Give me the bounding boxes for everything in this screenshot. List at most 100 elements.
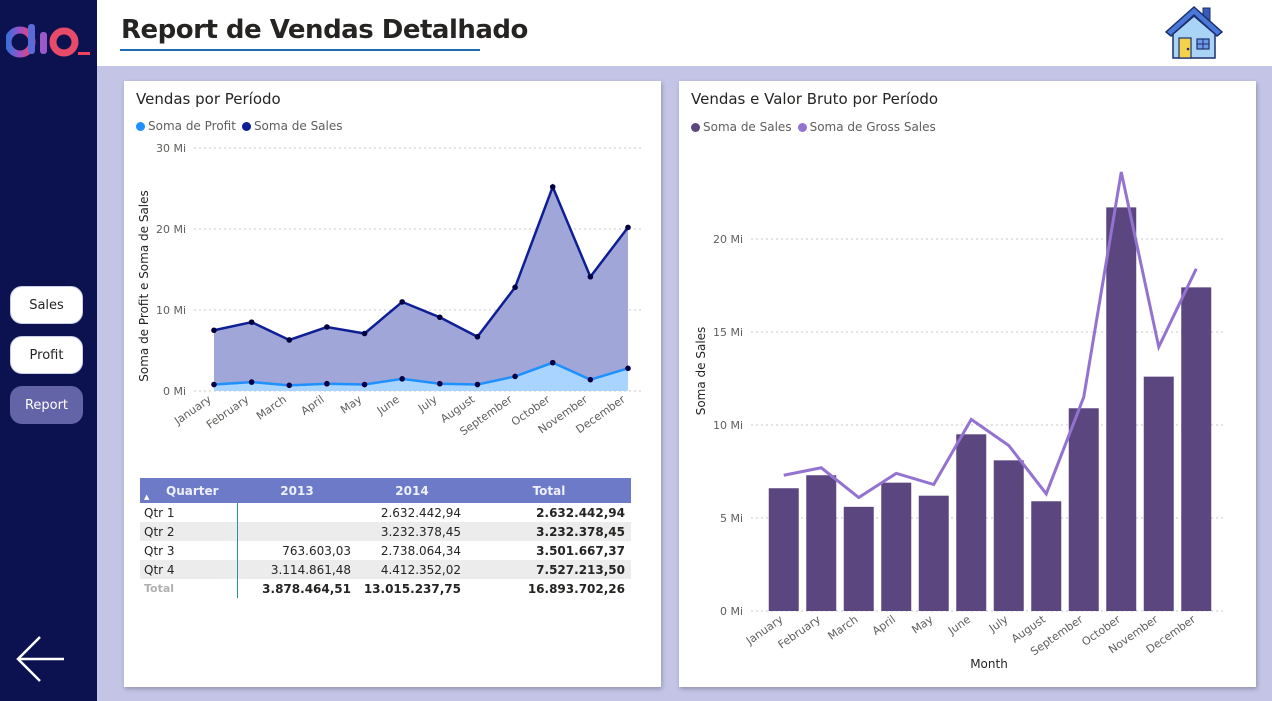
matrix-header-2013[interactable]: 2013: [237, 478, 357, 503]
matrix-row-label: Qtr 2: [140, 522, 238, 541]
right-x-axis-label: Month: [970, 657, 1008, 671]
back-arrow-icon[interactable]: [14, 632, 68, 691]
left-y-axis-label: Soma de Profit e Soma de Sales: [137, 190, 151, 382]
nav-button-report[interactable]: Report: [10, 386, 83, 424]
dio-logo: [4, 22, 96, 67]
x-tick-label: February: [204, 393, 252, 432]
sales-point: [248, 319, 255, 325]
y-tick-label: 0 Mi: [720, 605, 743, 618]
profit-point: [248, 379, 255, 385]
profit-point: [399, 376, 405, 382]
sales-bar: [768, 488, 799, 611]
profit-point: [211, 381, 217, 388]
title-underline: [120, 49, 480, 51]
matrix-row: Qtr 1 2.632.442,94 2.632.442,94: [140, 503, 631, 522]
sales-bar: [918, 495, 949, 611]
page-title: Report de Vendas Detalhado: [121, 15, 528, 45]
sales-bar: [843, 506, 874, 611]
sales-point: [549, 184, 556, 190]
nav-button-sales[interactable]: Sales: [10, 286, 83, 324]
sales-point: [211, 327, 217, 334]
sales-bar: [956, 434, 987, 611]
nav-button-profit[interactable]: Profit: [10, 336, 83, 374]
home-icon[interactable]: [1163, 4, 1225, 67]
y-tick-label: 20 Mi: [156, 223, 186, 236]
x-tick-label: June: [945, 613, 973, 638]
matrix-cell: 3.878.464,51: [262, 581, 351, 596]
profit-point: [512, 373, 518, 380]
x-tick-label: March: [826, 613, 861, 643]
matrix-cell: 3.114.861,48: [237, 560, 357, 579]
matrix-cell-total: 7.527.213,50: [467, 560, 631, 579]
sales-bar: [806, 475, 837, 611]
quarter-matrix: Quarter ▲ 2013 2014 Total Qtr 1 2.632.442…: [140, 478, 631, 598]
sales-point: [625, 224, 631, 231]
sales-point: [437, 314, 443, 321]
matrix-header-total[interactable]: Total: [467, 478, 631, 503]
profit-point: [587, 376, 594, 383]
sales-bar: [1181, 287, 1212, 611]
matrix-row-label: Qtr 1: [140, 503, 238, 522]
y-tick-label: 10 Mi: [713, 419, 743, 432]
sales-bar: [1068, 408, 1099, 611]
x-tick-label: April: [299, 393, 327, 418]
profit-point: [324, 380, 330, 387]
sales-bar: [993, 460, 1024, 611]
matrix-row-label: Total: [140, 579, 238, 598]
matrix-row-label: Qtr 4: [140, 560, 238, 579]
x-tick-label: April: [870, 613, 898, 638]
sales-bar: [1106, 207, 1137, 611]
matrix-cell: 13.015.237,75: [363, 581, 461, 596]
matrix-row: Qtr 2 3.232.378,45 3.232.378,45: [140, 522, 631, 541]
right-combo-chart[interactable]: Soma de Sales Month 0 Mi 5 Mi 10 Mi 15 Mi 20…: [679, 81, 1256, 687]
y-tick-label: 10 Mi: [156, 304, 186, 317]
matrix-header-2014[interactable]: 2014: [357, 478, 467, 503]
x-tick-label: May: [338, 393, 364, 417]
y-tick-label: 0 Mi: [163, 385, 186, 398]
y-tick-label: 5 Mi: [720, 512, 743, 525]
header: Report de Vendas Detalhado: [97, 0, 1272, 66]
x-tick-label: July: [986, 613, 1011, 636]
sales-point: [399, 299, 405, 305]
matrix-cell-total: 2.632.442,94: [536, 505, 625, 520]
sales-bar: [1143, 376, 1174, 611]
matrix-row-label: Qtr 3: [140, 541, 238, 560]
profit-point: [474, 381, 481, 388]
matrix-total-row: Total 3.878.464,51 13.015.237,75 16.893.…: [140, 579, 631, 598]
sales-by-period-card: Vendas por Período Soma de Profit Soma d…: [124, 81, 661, 687]
left-area-chart[interactable]: Soma de Profit e Soma de Sales 0 Mi 10 Mi…: [124, 81, 661, 451]
matrix-cell-total: 3.232.378,45: [467, 522, 631, 541]
sales-gross-by-period-card: Vendas e Valor Bruto por Período Soma de…: [679, 81, 1256, 687]
profit-point: [361, 381, 368, 388]
matrix-cell: 2.632.442,94: [380, 505, 461, 520]
x-tick-label: July: [415, 393, 440, 416]
matrix-cell-total: 16.893.702,26: [527, 581, 625, 596]
y-tick-label: 30 Mi: [156, 142, 186, 155]
matrix-header-row: Quarter ▲ 2013 2014 Total: [140, 478, 631, 503]
sales-bar: [1031, 501, 1062, 611]
sidebar: Sales Profit Report: [0, 0, 97, 701]
profit-point: [286, 382, 293, 389]
x-tick-label: May: [909, 613, 935, 637]
matrix-cell: 3.232.378,45: [357, 522, 467, 541]
y-tick-label: 20 Mi: [713, 233, 743, 246]
sales-point: [474, 333, 481, 340]
matrix-row: Qtr 4 3.114.861,48 4.412.352,02 7.527.21…: [140, 560, 631, 579]
x-tick-label: February: [776, 613, 824, 652]
profit-point: [437, 380, 443, 387]
sort-ascending-icon: ▲: [144, 493, 150, 501]
matrix-cell: 4.412.352,02: [357, 560, 467, 579]
sales-point: [587, 273, 594, 280]
matrix-cell: 2.738.064,34: [380, 543, 461, 558]
sales-point: [286, 337, 293, 343]
sales-point: [361, 330, 368, 337]
matrix-header-quarter[interactable]: Quarter ▲: [140, 478, 237, 503]
profit-point: [549, 359, 556, 366]
sales-point: [512, 284, 518, 291]
x-tick-label: March: [254, 393, 289, 423]
x-tick-label: June: [374, 393, 402, 418]
matrix-cell: [237, 503, 357, 522]
sales-point: [324, 324, 330, 330]
matrix-row: Qtr 3 763.603,03 2.738.064,34 3.501.667,…: [140, 541, 631, 560]
sales-bar: [881, 482, 912, 611]
